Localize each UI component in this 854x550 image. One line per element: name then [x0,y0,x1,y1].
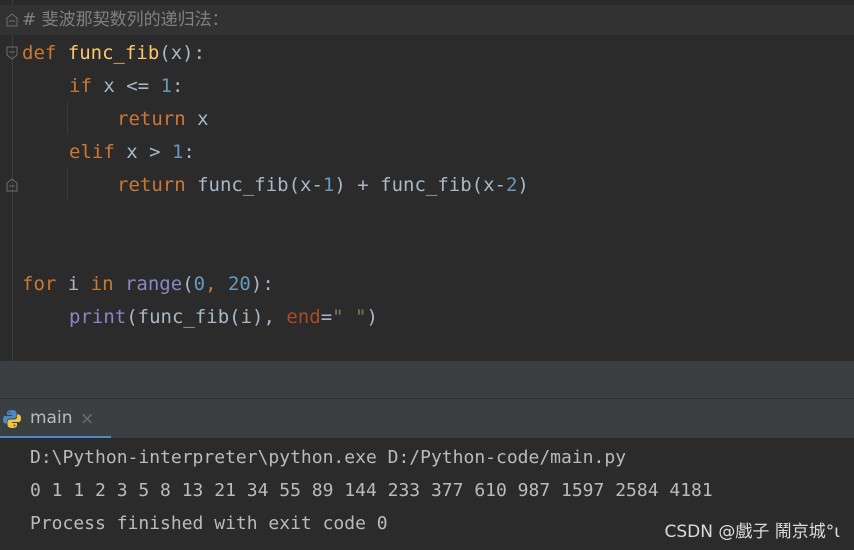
expression: ) [517,174,529,196]
code-line-return-2[interactable]: return func_fib(x-1) + func_fib(x-2) [117,170,529,200]
console-line-command: D:\Python-interpreter\python.exe D:/Pyth… [30,447,627,468]
keyword: in [90,273,114,295]
keyword-argument: end [286,306,321,328]
keyword: elif [69,141,115,163]
number: 2 [505,174,518,196]
panel-splitter[interactable] [0,361,854,398]
params: (x): [159,42,206,64]
builtin: range [113,273,183,295]
paren: ) [366,306,378,328]
indent-guide [67,102,68,134]
console-line-output: 0 1 1 2 3 5 8 13 21 34 55 89 144 233 377… [30,480,713,501]
code-line-print[interactable]: print(func_fib(i), end=" ") [69,302,378,332]
paren: ): [250,273,274,295]
tab-main-label: main [30,408,73,428]
builtin: print [69,306,127,328]
colon: : [183,141,195,163]
code-line-comment[interactable]: # 斐波那契数列的递归法： [0,5,854,35]
string-literal: " " [332,306,367,328]
indent-guide [67,168,68,200]
paren: ( [182,273,194,295]
console-line-exit: Process finished with exit code 0 [30,513,388,534]
expression: ) + func_fib(x- [334,174,506,196]
keyword: def [22,42,57,64]
comma: , [205,273,228,295]
number: 1 [171,141,184,163]
console-output[interactable]: D:\Python-interpreter\python.exe D:/Pyth… [0,438,854,550]
code-editor[interactable]: # 斐波那契数列的递归法： def func_fib(x): if x <= 1… [0,0,854,361]
number: 1 [322,174,335,196]
return-value: x [185,108,209,130]
code-line-if[interactable]: if x <= 1: [69,71,183,101]
fold-marker-icon[interactable] [6,13,18,27]
fold-marker-icon[interactable] [6,46,18,60]
condition: x > [114,141,172,163]
code-line-for[interactable]: for i in range(0, 20): [22,269,274,299]
python-icon [2,409,22,429]
expression: func_fib(x- [185,174,323,196]
equals: = [320,306,333,328]
keyword: if [69,75,92,97]
watermark: CSDN @戲子 鬧京城°ι [664,522,840,542]
code-line-elif[interactable]: elif x > 1: [69,137,195,167]
condition: x <= [91,75,161,97]
keyword: return [117,108,186,130]
fold-marker-icon[interactable] [6,178,18,192]
arguments: (func_fib(i), [126,306,287,328]
tab-main[interactable]: main × [0,399,111,439]
comment-text: # 斐波那契数列的递归法： [22,10,229,30]
loop-variable: i [56,273,91,295]
colon: : [171,75,184,97]
number: 0 [193,273,206,295]
number: 1 [160,75,172,97]
code-line-def[interactable]: def func_fib(x): [22,38,205,68]
keyword: for [22,273,57,295]
run-tool-window-header: main × [0,398,854,439]
close-icon[interactable]: × [80,409,94,429]
code-line-return-1[interactable]: return x [117,104,209,134]
function-name: func_fib [67,42,160,64]
keyword: return [117,174,186,196]
number: 20 [227,273,251,295]
